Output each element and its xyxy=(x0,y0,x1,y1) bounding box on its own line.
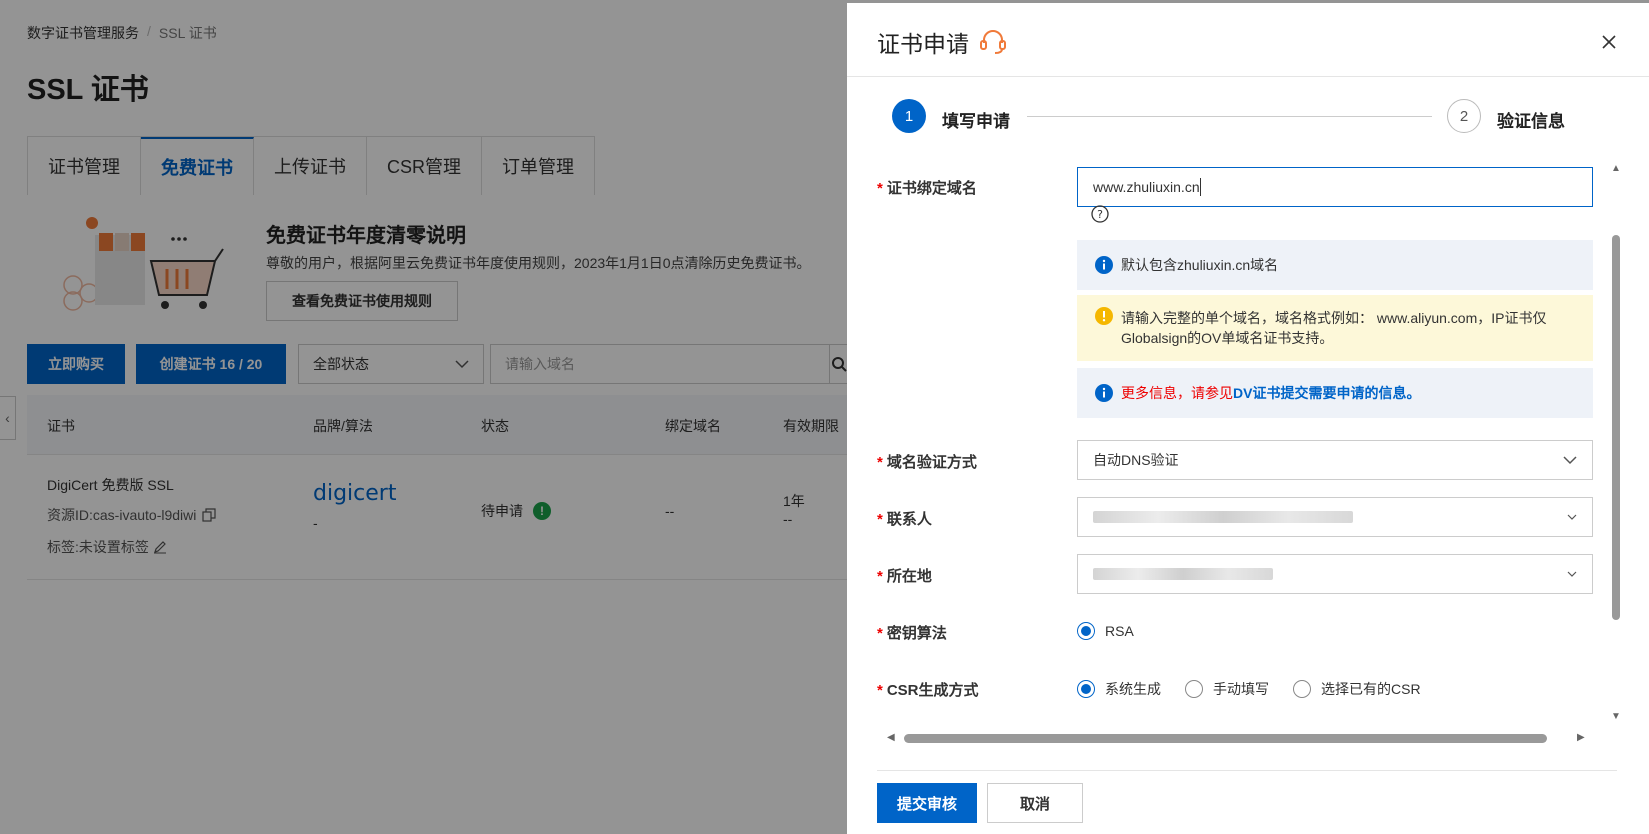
verify-method-value: 自动DNS验证 xyxy=(1093,452,1179,468)
redacted-location xyxy=(1093,568,1273,580)
step-2-indicator: 2 xyxy=(1447,99,1481,133)
radio-label: 系统生成 xyxy=(1105,681,1161,697)
drawer-divider xyxy=(847,76,1649,77)
radio-manual-fill[interactable]: 手动填写 xyxy=(1185,679,1269,699)
drawer-title-row: 证书申请 xyxy=(877,25,1007,59)
scroll-left-arrow[interactable]: ◀ xyxy=(887,732,895,743)
key-algorithm-label: * 密钥算法 xyxy=(877,625,947,642)
radio-label: 手动填写 xyxy=(1213,681,1269,697)
step-2-label: 验证信息 xyxy=(1497,112,1565,131)
radio-button[interactable] xyxy=(1293,680,1311,698)
contact-select[interactable] xyxy=(1077,497,1593,537)
contact-label: * 联系人 xyxy=(877,511,932,528)
submit-review-button[interactable]: 提交审核 xyxy=(877,783,977,823)
domain-input[interactable]: www.zhuliuxin.cn xyxy=(1077,167,1593,207)
redacted-contact xyxy=(1093,511,1353,523)
step-1-indicator: 1 xyxy=(892,99,926,133)
dv-info-link[interactable]: DV证书提交需要申请的信息。 xyxy=(1233,383,1420,403)
close-button[interactable] xyxy=(1595,28,1623,56)
key-algorithm-radio-group: RSA xyxy=(1077,622,1134,640)
application-form: * 证书绑定域名 www.zhuliuxin.cn ? 默认包含zhuliuxin… xyxy=(847,153,1607,728)
radio-button[interactable] xyxy=(1077,622,1095,640)
radio-system-generate[interactable]: 系统生成 xyxy=(1077,679,1161,699)
scroll-up-arrow[interactable]: ▲ xyxy=(1611,163,1621,174)
cert-application-drawer: 证书申请 1 填写申请 2 验证信息 * 证书绑定域名 www.zhuliuxin… xyxy=(847,3,1649,834)
chevron-down-icon xyxy=(1567,571,1577,577)
warning-icon xyxy=(1095,307,1113,325)
radio-button[interactable] xyxy=(1077,680,1095,698)
info-icon xyxy=(1095,384,1113,402)
help-icon[interactable]: ? xyxy=(1091,205,1109,223)
radio-label: 选择已有的CSR xyxy=(1321,681,1421,697)
drawer-title: 证书申请 xyxy=(877,31,969,57)
csr-method-radio-group: 系统生成 手动填写 选择已有的CSR xyxy=(1077,679,1421,699)
radio-rsa[interactable]: RSA xyxy=(1077,622,1134,640)
warning-alert-domain-format: 请输入完整的单个域名，域名格式例如： www.aliyun.com，IP证书仅G… xyxy=(1077,295,1593,361)
location-select[interactable] xyxy=(1077,554,1593,594)
radio-label: RSA xyxy=(1105,623,1134,639)
alert-text: 请输入完整的单个域名，域名格式例如： www.aliyun.com，IP证书仅G… xyxy=(1121,310,1547,346)
svg-text:?: ? xyxy=(1097,208,1103,221)
horizontal-scrollbar-thumb[interactable] xyxy=(904,734,1547,743)
domain-input-value: www.zhuliuxin.cn xyxy=(1093,179,1200,195)
verify-method-select[interactable]: 自动DNS验证 xyxy=(1077,440,1593,480)
chevron-down-icon xyxy=(1567,514,1577,520)
footer-divider xyxy=(877,770,1617,771)
domain-label: * 证书绑定域名 xyxy=(877,180,977,197)
scroll-right-arrow[interactable]: ▶ xyxy=(1577,732,1585,743)
text-caret xyxy=(1199,178,1201,196)
csr-method-label: * CSR生成方式 xyxy=(877,682,979,699)
info-alert-more-info: 更多信息，请参见 DV证书提交需要申请的信息。 xyxy=(1077,368,1593,418)
step-1-label: 填写申请 xyxy=(942,112,1010,131)
verify-method-label: * 域名验证方式 xyxy=(877,454,977,471)
info-alert-default-domain: 默认包含zhuliuxin.cn域名 xyxy=(1077,240,1593,290)
vertical-scrollbar-thumb[interactable] xyxy=(1612,235,1620,620)
close-icon xyxy=(1602,35,1616,49)
cancel-button[interactable]: 取消 xyxy=(987,783,1083,823)
headset-icon[interactable] xyxy=(979,29,1007,55)
step-connector xyxy=(1027,116,1432,117)
alert-text-red: 更多信息，请参见 xyxy=(1121,385,1233,401)
scroll-down-arrow[interactable]: ▼ xyxy=(1611,711,1621,722)
alert-text: 默认包含zhuliuxin.cn域名 xyxy=(1121,257,1279,273)
info-icon xyxy=(1095,256,1113,274)
radio-button[interactable] xyxy=(1185,680,1203,698)
location-label: * 所在地 xyxy=(877,568,932,585)
chevron-down-icon xyxy=(1563,456,1577,465)
radio-existing-csr[interactable]: 选择已有的CSR xyxy=(1293,679,1421,699)
